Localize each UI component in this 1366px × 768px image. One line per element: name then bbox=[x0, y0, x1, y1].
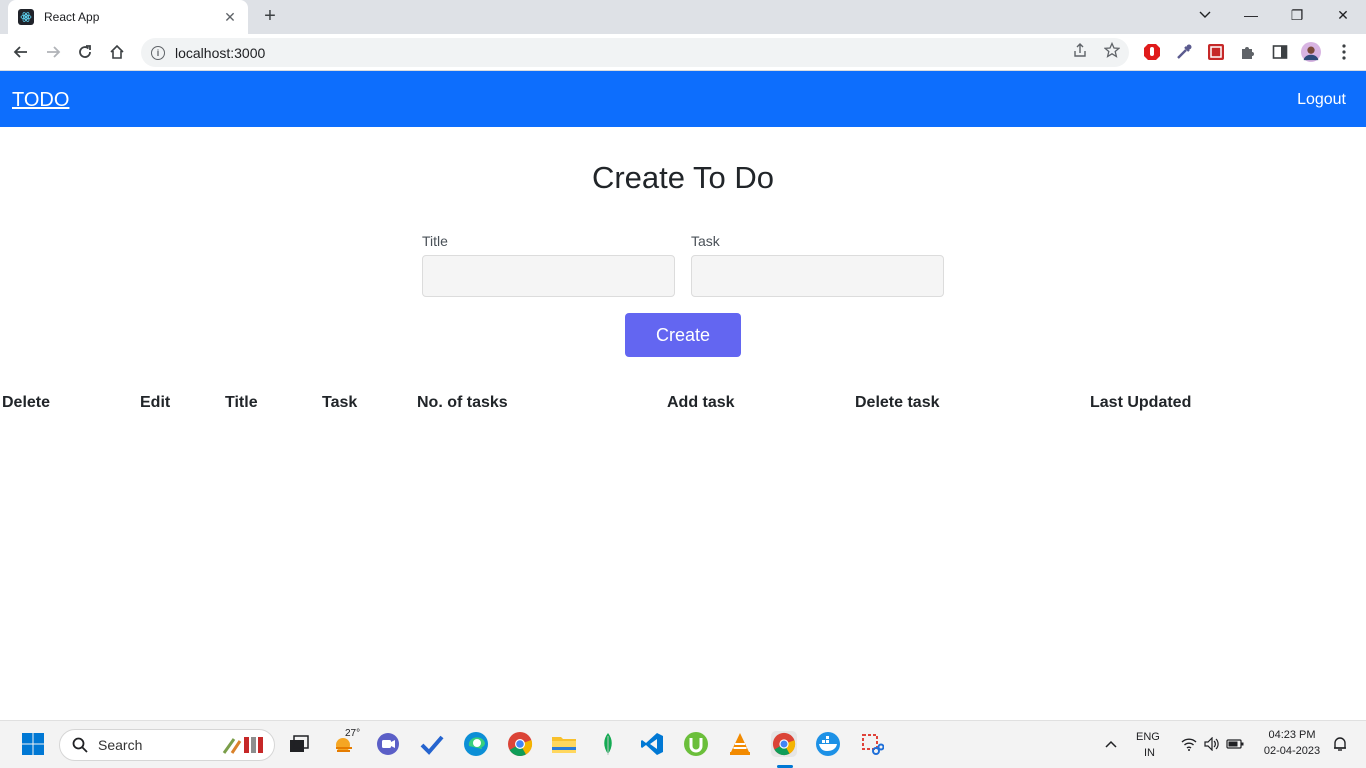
teams-chat-icon[interactable] bbox=[375, 731, 401, 757]
column-header-task: Task bbox=[322, 394, 358, 411]
chrome-active-taskbar-icon[interactable] bbox=[771, 731, 797, 757]
page-title: Create To Do bbox=[591, 160, 775, 195]
back-arrow-icon[interactable] bbox=[9, 40, 33, 64]
adblock-extension-icon[interactable] bbox=[1142, 42, 1162, 62]
minimize-button[interactable]: — bbox=[1228, 0, 1274, 30]
reload-icon[interactable] bbox=[73, 40, 97, 64]
tab-close-icon[interactable]: ✕ bbox=[222, 9, 238, 26]
vscode-icon[interactable] bbox=[639, 731, 665, 757]
task-view-icon[interactable] bbox=[286, 731, 312, 757]
share-icon[interactable] bbox=[1070, 40, 1090, 60]
browser-tab[interactable]: React App ✕ bbox=[8, 0, 248, 34]
column-header-edit: Edit bbox=[140, 394, 171, 411]
column-header-title: Title bbox=[225, 394, 258, 411]
browser-tab-strip: React App ✕ + — ❐ ✕ bbox=[0, 0, 1366, 34]
show-hidden-icons-chevron-icon[interactable] bbox=[1098, 731, 1124, 757]
todo-app-icon[interactable] bbox=[419, 731, 445, 757]
site-info-icon[interactable]: i bbox=[151, 45, 165, 60]
task-label: Task bbox=[691, 233, 720, 249]
side-panel-icon[interactable] bbox=[1270, 42, 1290, 62]
weather-temperature: 27° bbox=[345, 728, 361, 739]
search-highlight-icon bbox=[222, 737, 263, 754]
browser-toolbar: i localhost:3000 bbox=[0, 34, 1366, 71]
clock-time[interactable]: 04:23 PM bbox=[1260, 729, 1324, 741]
language-indicator-line1[interactable]: ENG bbox=[1136, 731, 1160, 743]
column-header-add-task: Add task bbox=[667, 394, 735, 411]
title-label: Title bbox=[422, 233, 448, 249]
docker-icon[interactable] bbox=[815, 731, 841, 757]
browser-menu-icon[interactable] bbox=[1334, 42, 1354, 62]
logout-link[interactable]: Logout bbox=[1297, 91, 1346, 109]
app-navbar: TODO Logout bbox=[0, 71, 1366, 127]
file-explorer-icon[interactable] bbox=[551, 731, 577, 757]
mongodb-compass-icon[interactable] bbox=[595, 731, 621, 757]
column-header-last-updated: Last Updated bbox=[1090, 394, 1192, 411]
vlc-player-icon[interactable] bbox=[727, 731, 753, 757]
screenshot-extension-icon[interactable] bbox=[1206, 42, 1226, 62]
windows-taskbar: Search 27° ENG IN 04:23 PM 02-04-2023 bbox=[0, 720, 1366, 768]
eyedropper-extension-icon[interactable] bbox=[1174, 42, 1194, 62]
task-input[interactable] bbox=[691, 255, 944, 297]
profile-avatar[interactable] bbox=[1301, 42, 1321, 62]
close-window-button[interactable]: ✕ bbox=[1320, 0, 1366, 30]
forward-arrow-icon[interactable] bbox=[41, 40, 65, 64]
tab-title: React App bbox=[44, 10, 100, 24]
language-indicator-line2[interactable]: IN bbox=[1144, 747, 1155, 759]
react-favicon-icon bbox=[18, 9, 34, 25]
home-icon[interactable] bbox=[105, 40, 129, 64]
windows-start-icon[interactable] bbox=[20, 731, 46, 757]
create-button[interactable]: Create bbox=[625, 313, 741, 357]
title-input[interactable] bbox=[422, 255, 675, 297]
battery-icon[interactable] bbox=[1222, 731, 1248, 757]
tab-search-icon[interactable] bbox=[1182, 0, 1228, 30]
bookmark-star-icon[interactable] bbox=[1102, 40, 1122, 60]
notification-center-icon[interactable] bbox=[1327, 731, 1353, 757]
address-bar[interactable]: i localhost:3000 bbox=[141, 38, 1129, 67]
taskbar-search-box[interactable]: Search bbox=[59, 729, 275, 761]
restore-button[interactable]: ❐ bbox=[1274, 0, 1320, 30]
column-header-delete: Delete bbox=[2, 394, 51, 411]
column-header-no-of-tasks: No. of tasks bbox=[417, 394, 508, 411]
clock-date[interactable]: 02-04-2023 bbox=[1260, 745, 1324, 757]
search-icon bbox=[72, 737, 88, 753]
extensions-puzzle-icon[interactable] bbox=[1238, 42, 1258, 62]
url-text: localhost:3000 bbox=[175, 44, 266, 61]
snipping-tool-icon[interactable] bbox=[859, 731, 885, 757]
column-header-delete-task: Delete task bbox=[855, 394, 940, 411]
chrome-taskbar-icon[interactable] bbox=[507, 731, 533, 757]
brand-link[interactable]: TODO bbox=[12, 89, 69, 112]
new-tab-button[interactable]: + bbox=[258, 6, 282, 28]
taskbar-search-label: Search bbox=[98, 737, 143, 753]
edge-browser-icon[interactable] bbox=[463, 731, 489, 757]
utorrent-icon[interactable] bbox=[683, 731, 709, 757]
